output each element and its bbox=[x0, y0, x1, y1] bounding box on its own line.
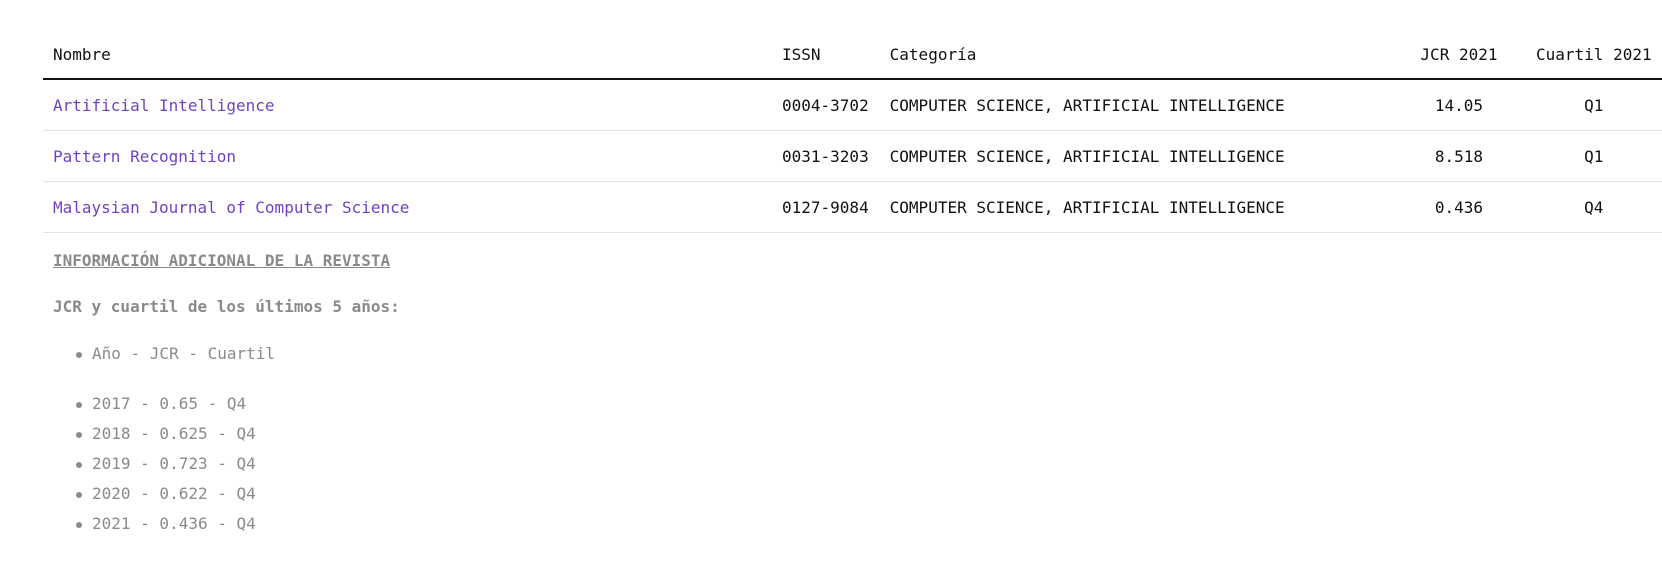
journal-name-cell: Pattern Recognition bbox=[43, 130, 772, 182]
column-header-name: Nombre bbox=[43, 30, 772, 80]
jcr-cell: 14.05 bbox=[1392, 79, 1526, 131]
header-row: Nombre ISSN Categoría JCR 2021 Cuartil 2… bbox=[43, 30, 1662, 80]
journal-link[interactable]: Malaysian Journal of Computer Science bbox=[53, 198, 409, 217]
column-header-jcr: JCR 2021 bbox=[1392, 30, 1526, 80]
history-item: 2018 - 0.625 - Q4 bbox=[53, 419, 400, 449]
column-header-category: Categoría bbox=[879, 30, 1393, 80]
table-body: Artificial Intelligence 0004-3702 COMPUT… bbox=[43, 79, 1662, 233]
table-row: Malaysian Journal of Computer Science 01… bbox=[43, 181, 1662, 233]
history-item: 2020 - 0.622 - Q4 bbox=[53, 479, 400, 509]
jcr-cell: 0.436 bbox=[1392, 181, 1526, 233]
issn-cell: 0004-3702 bbox=[772, 79, 880, 131]
quartile-cell: Q1 bbox=[1525, 79, 1662, 131]
history-subtitle: JCR y cuartil de los últimos 5 años: bbox=[53, 297, 400, 316]
history-item: 2019 - 0.723 - Q4 bbox=[53, 449, 400, 479]
additional-info-title: INFORMACIÓN ADICIONAL DE LA REVISTA bbox=[53, 251, 391, 270]
quartile-cell: Q1 bbox=[1525, 130, 1662, 182]
category-cell: COMPUTER SCIENCE, ARTIFICIAL INTELLIGENC… bbox=[879, 130, 1393, 182]
page: Nombre ISSN Categoría JCR 2021 Cuartil 2… bbox=[0, 0, 1662, 567]
category-cell: COMPUTER SCIENCE, ARTIFICIAL INTELLIGENC… bbox=[879, 79, 1393, 131]
additional-info: INFORMACIÓN ADICIONAL DE LA REVISTA JCR … bbox=[53, 246, 400, 539]
quartile-cell: Q4 bbox=[1525, 181, 1662, 233]
column-header-issn: ISSN bbox=[772, 30, 880, 80]
journal-name-cell: Artificial Intelligence bbox=[43, 79, 772, 131]
category-cell: COMPUTER SCIENCE, ARTIFICIAL INTELLIGENC… bbox=[879, 181, 1393, 233]
journal-link[interactable]: Artificial Intelligence bbox=[53, 96, 275, 115]
jcr-cell: 8.518 bbox=[1392, 130, 1526, 182]
issn-cell: 0127-9084 bbox=[772, 181, 880, 233]
history-header-item: Año - JCR - Cuartil bbox=[53, 339, 400, 369]
journal-name-cell: Malaysian Journal of Computer Science bbox=[43, 181, 772, 233]
column-header-quartile: Cuartil 2021 bbox=[1525, 30, 1662, 80]
history-list: 2017 - 0.65 - Q4 2018 - 0.625 - Q4 2019 … bbox=[53, 389, 400, 539]
issn-cell: 0031-3203 bbox=[772, 130, 880, 182]
history-item: 2021 - 0.436 - Q4 bbox=[53, 509, 400, 539]
journals-table: Nombre ISSN Categoría JCR 2021 Cuartil 2… bbox=[43, 30, 1662, 233]
journal-link[interactable]: Pattern Recognition bbox=[53, 147, 236, 166]
table-header: Nombre ISSN Categoría JCR 2021 Cuartil 2… bbox=[43, 30, 1662, 80]
table-row: Artificial Intelligence 0004-3702 COMPUT… bbox=[43, 79, 1662, 131]
history-header-list: Año - JCR - Cuartil bbox=[53, 339, 400, 369]
table-row: Pattern Recognition 0031-3203 COMPUTER S… bbox=[43, 130, 1662, 182]
history-item: 2017 - 0.65 - Q4 bbox=[53, 389, 400, 419]
